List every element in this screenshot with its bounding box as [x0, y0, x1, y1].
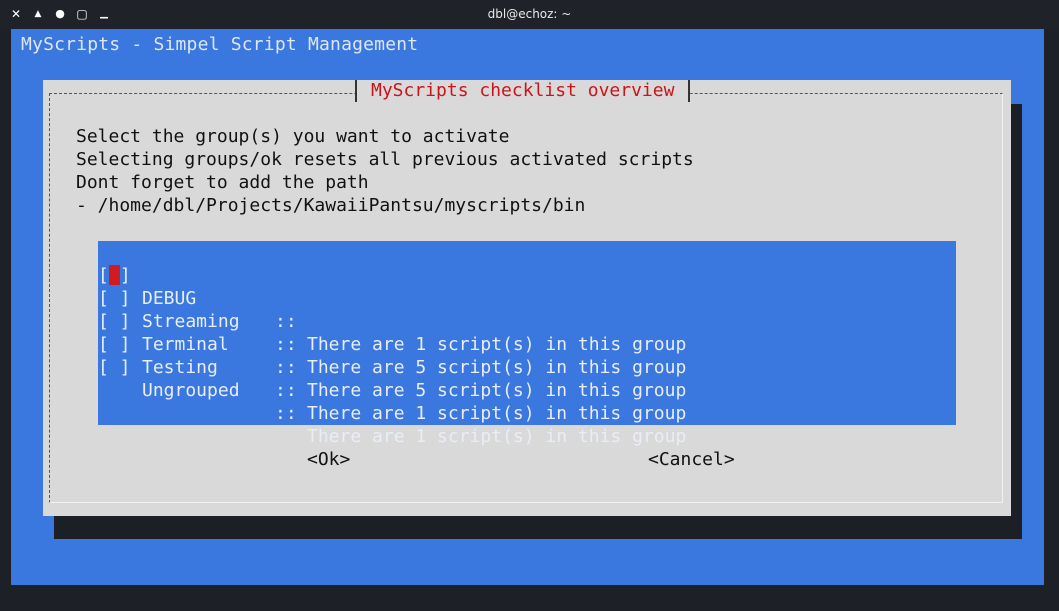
- group-name: Ungrouped: [142, 380, 240, 401]
- separator: ::: [275, 357, 297, 378]
- checklist-item-testing[interactable]: [ ] Testing :: There are 1 script(s) in …: [98, 310, 956, 424]
- cancel-button[interactable]: <Cancel>: [648, 448, 735, 471]
- group-description: There are 5 script(s) in this group: [307, 380, 687, 401]
- window-titlebar: ✕ ▲ ● ▢ ▁ dbl@echoz: ~: [0, 0, 1059, 29]
- prompt-line: Select the group(s) you want to activate: [76, 126, 510, 147]
- separator: ::: [275, 403, 297, 424]
- window-bottom-border: [0, 585, 1059, 611]
- window-title: dbl@echoz: ~: [487, 7, 572, 21]
- dialog-title: MyScripts checklist overview: [355, 80, 691, 102]
- checklist-item-debug[interactable]: [] DEBUG :: There are 1 script(s) in thi…: [98, 241, 956, 355]
- separator: ::: [275, 380, 297, 401]
- backtitle: MyScripts - Simpel Script Management: [21, 34, 419, 55]
- prompt-line: Dont forget to add the path: [76, 172, 369, 193]
- ok-button[interactable]: <Ok>: [307, 448, 350, 471]
- checklist[interactable]: [] DEBUG :: There are 1 script(s) in thi…: [98, 241, 956, 447]
- checkbox[interactable]: [ ]: [98, 356, 134, 379]
- group-description: There are 5 script(s) in this group: [307, 357, 687, 378]
- checklist-item-ungrouped[interactable]: [ ] Ungrouped :: There are 1 script(s) i…: [98, 333, 956, 447]
- checklist-item-streaming[interactable]: [ ] Streaming :: There are 5 script(s) i…: [98, 264, 956, 378]
- dialog-prompt: Select the group(s) you want to activate…: [76, 125, 694, 217]
- group-description: There are 1 script(s) in this group: [307, 426, 687, 447]
- checklist-dialog: MyScripts checklist overview Select the …: [43, 80, 1011, 516]
- group-description: There are 1 script(s) in this group: [307, 403, 687, 424]
- terminal-area[interactable]: MyScripts - Simpel Script Management MyS…: [11, 29, 1044, 585]
- checklist-item-terminal[interactable]: [ ] Terminal :: There are 5 script(s) in…: [98, 287, 956, 401]
- prompt-line-path: - /home/dbl/Projects/KawaiiPantsu/myscri…: [76, 195, 586, 216]
- prompt-line: Selecting groups/ok resets all previous …: [76, 149, 694, 170]
